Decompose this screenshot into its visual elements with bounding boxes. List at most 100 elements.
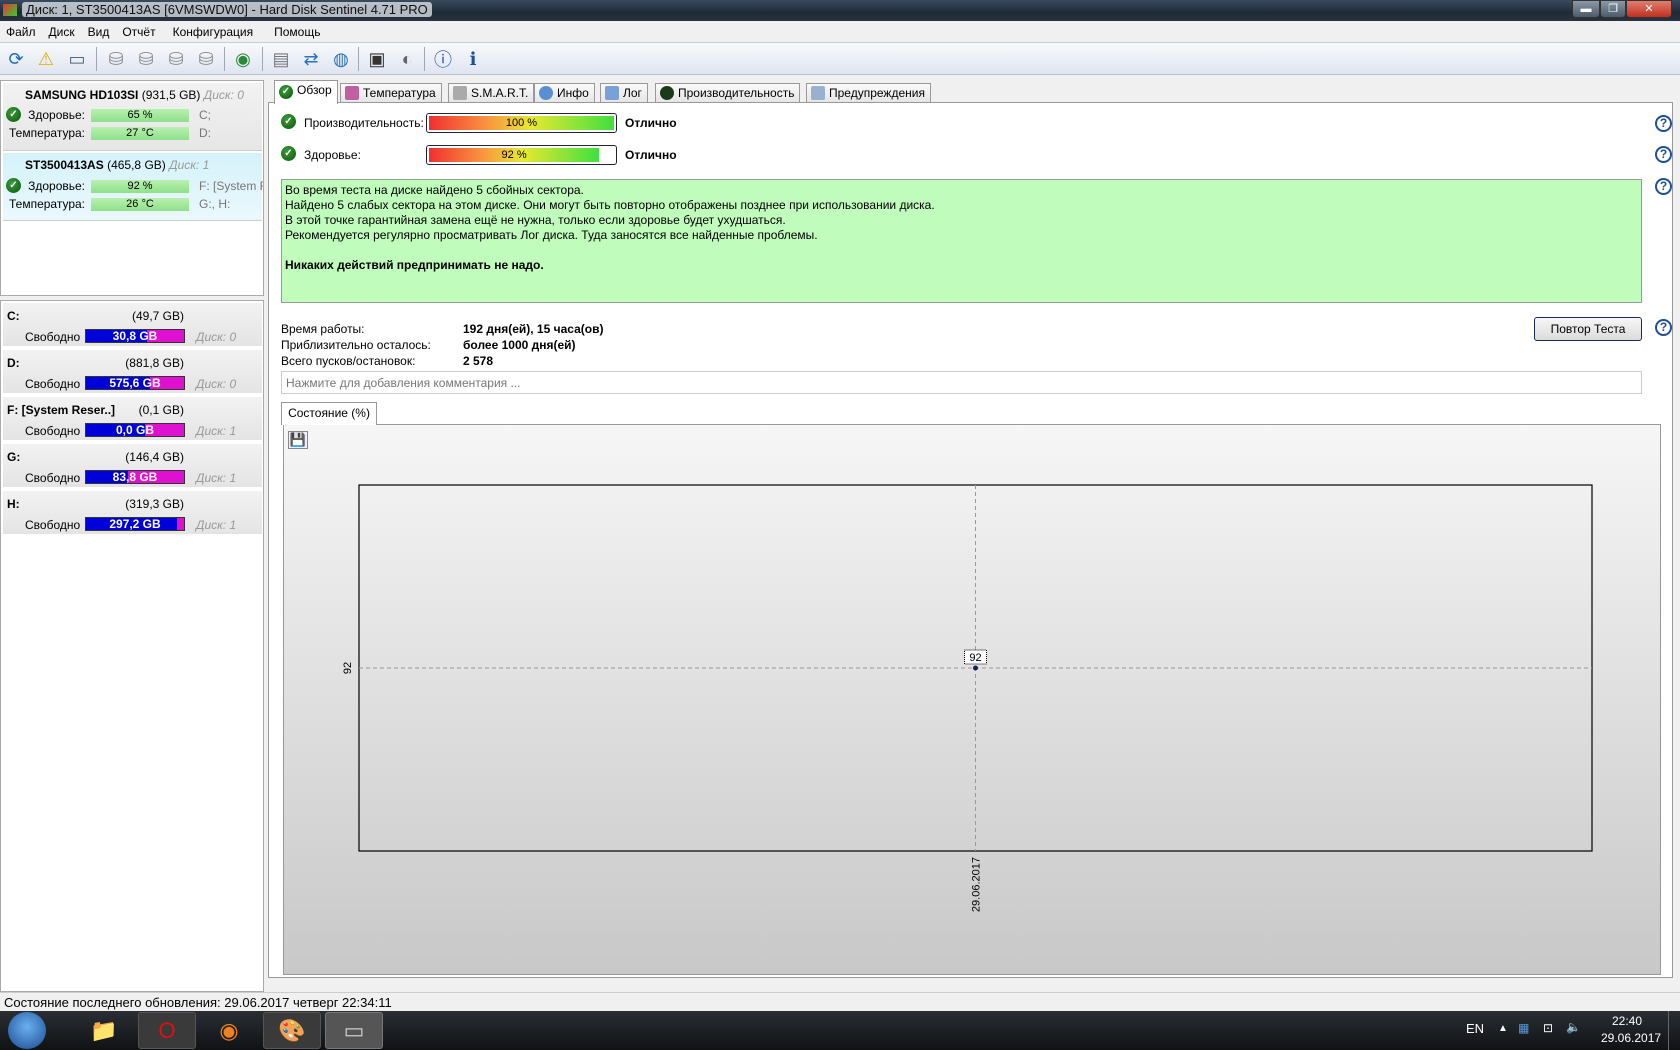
taskbar: 📁 O ◉ 🎨 ▭ EN ▲ ▦ ⊡ 🔈 22:40 29.06.2017	[0, 1011, 1680, 1050]
globe-disk-icon[interactable]: ◉	[230, 47, 256, 71]
data-point	[973, 665, 978, 671]
settings-icon[interactable]: ▣	[364, 47, 390, 71]
menu-help[interactable]: Помощь	[260, 21, 327, 39]
menu-disk[interactable]: Диск	[43, 21, 82, 39]
app-icon	[3, 4, 17, 16]
free-space-bar: 30,8 GB	[85, 329, 185, 343]
retest-button[interactable]: Повтор Теста	[1534, 317, 1642, 341]
gauge-icon	[660, 86, 674, 100]
disk-check-icon[interactable]: ⛁	[163, 47, 189, 71]
partition-list: C: (49,7 GB) Свободно 30,8 GB Диск: 0 D: (881,…	[0, 300, 264, 992]
partition-item[interactable]: G: (146,4 GB) Свободно 83,8 GB Диск: 1	[3, 444, 262, 489]
alert-icon[interactable]: ⚠	[33, 47, 59, 71]
partition-item[interactable]: H: (319,3 GB) Свободно 297,2 GB Диск: 1	[3, 491, 262, 536]
language-indicator[interactable]: EN	[1466, 1021, 1484, 1036]
opera-icon[interactable]: O	[138, 1012, 196, 1049]
about-icon[interactable]: ℹ	[460, 47, 486, 71]
disk-search-icon[interactable]: ⛁	[193, 47, 219, 71]
maximize-button[interactable]: ❐	[1600, 0, 1626, 18]
partition-disk: Диск: 1	[196, 518, 237, 532]
close-button[interactable]: ✕	[1626, 0, 1672, 18]
tab-health-chart[interactable]: Состояние (%)	[281, 402, 377, 425]
help-icon[interactable]: ?	[1655, 115, 1672, 132]
starts-value: 2 578	[463, 354, 494, 368]
menu-report[interactable]: Отчёт	[116, 21, 162, 39]
toolbar: ⟳ ⚠ ▭ ⛁ ⛁ ⛁ ⛁ ◉ ▤ ⇄ ◍ ▣ ◐ ⓘ ℹ	[0, 43, 1680, 75]
status-message: Во время теста на диске найдено 5 сбойны…	[281, 179, 1642, 303]
partition-name: D:	[7, 356, 20, 370]
disk-item-1[interactable]: ST3500413AS (465,8 GB) Диск: 1 ✓ Здоровье…	[3, 153, 263, 221]
performance-label: Производительность:	[304, 116, 424, 130]
partition-item[interactable]: C: (49,7 GB) Свободно 30,8 GB Диск: 0	[3, 303, 262, 348]
overview-panel: ✓ Производительность: 100 % Отлично ✓ Зд…	[268, 102, 1673, 978]
smart-icon	[453, 86, 467, 100]
free-space-bar: 0,0 GB	[85, 423, 185, 437]
firefox-icon[interactable]: ◉	[200, 1012, 258, 1049]
disk-item-0[interactable]: SAMSUNG HD103SI (931,5 GB) Диск: 0 ✓ Здор…	[3, 83, 262, 151]
performance-status: Отлично	[625, 116, 677, 130]
tray-arrow-icon[interactable]: ▲	[1498, 1023, 1508, 1034]
disk-surface-icon[interactable]: ⛁	[103, 47, 129, 71]
health-chart: 92 29.06.2017 92	[342, 484, 1593, 912]
remaining-value: более 1000 дня(ей)	[463, 338, 576, 352]
partition-item[interactable]: F: [System Reser..] (0,1 GB) Свободно 0,0 G…	[3, 397, 262, 442]
warnings-icon	[811, 86, 825, 100]
temperature-bar: 26 °C	[91, 198, 189, 211]
refresh-icon[interactable]: ⟳	[3, 47, 29, 71]
explorer-icon[interactable]: 📁	[75, 1012, 133, 1049]
paint-icon[interactable]: 🎨	[263, 1012, 321, 1049]
status-bar: Состояние последнего обновления: 29.06.2…	[0, 992, 1680, 1011]
tab-performance[interactable]: Производительность	[655, 83, 801, 103]
disk-number: Диск: 0	[203, 88, 244, 102]
ok-icon: ✓	[281, 114, 296, 129]
help-icon[interactable]: ⓘ	[430, 47, 456, 71]
menu-view[interactable]: Вид	[82, 21, 117, 39]
report-icon[interactable]: ▤	[268, 47, 294, 71]
tray-app-icon[interactable]: ▦	[1518, 1021, 1529, 1035]
health-bar: 65 %	[91, 109, 189, 122]
start-button[interactable]	[8, 1012, 46, 1049]
hdsentinel-task-icon[interactable]: ▭	[325, 1012, 383, 1049]
menu-config[interactable]: Конфигурация	[163, 21, 261, 39]
disk-info-icon[interactable]: ▭	[64, 47, 90, 71]
disk-name: ST3500413AS	[25, 158, 104, 172]
health-label: Здоровье:	[304, 148, 361, 162]
data-label: 92	[969, 652, 981, 664]
network-tray-icon[interactable]: ⊡	[1543, 1021, 1553, 1035]
help-icon[interactable]: ?	[1655, 178, 1672, 195]
network-icon[interactable]: ◍	[328, 47, 354, 71]
comment-input[interactable]: Нажмите для добавления комментария ...	[281, 371, 1642, 394]
clock-date[interactable]: 29.06.2017	[1601, 1031, 1661, 1045]
partition-size: (146,4 GB)	[125, 450, 184, 464]
thermometer-icon	[345, 86, 359, 100]
tab-temperature[interactable]: Температура	[340, 83, 442, 103]
partition-disk: Диск: 1	[196, 471, 237, 485]
tab-smart[interactable]: S.M.A.R.T.	[448, 83, 535, 103]
partition-disk: Диск: 0	[196, 330, 237, 344]
free-space-bar: 83,8 GB	[85, 470, 185, 484]
disk-list: SAMSUNG HD103SI (931,5 GB) Диск: 0 ✓ Здор…	[0, 80, 264, 296]
volume-icon[interactable]: 🔈	[1566, 1020, 1581, 1034]
help-icon[interactable]: ?	[1655, 319, 1672, 336]
tab-log[interactable]: Лог	[600, 83, 648, 103]
uptime-value: 192 дня(ей), 15 часа(ов)	[463, 322, 604, 336]
minimize-button[interactable]: ▬	[1572, 0, 1600, 18]
clock-time[interactable]: 22:40	[1612, 1014, 1642, 1028]
sound-icon[interactable]: ◐	[394, 47, 420, 71]
partition-size: (0,1 GB)	[138, 403, 184, 417]
partition-size: (881,8 GB)	[125, 356, 184, 370]
help-icon[interactable]: ?	[1655, 146, 1672, 163]
tab-overview[interactable]: ✓ Обзор	[274, 80, 338, 104]
partition-disk: Диск: 1	[196, 424, 237, 438]
menu-bar: Файл Диск Вид Отчёт Конфигурация Помощь	[0, 21, 1680, 43]
send-icon[interactable]: ⇄	[298, 47, 324, 71]
partition-name: C:	[7, 309, 20, 323]
partition-name: F: [System Reser..]	[7, 403, 116, 417]
menu-file[interactable]: Файл	[0, 21, 43, 39]
tab-warnings[interactable]: Предупреждения	[806, 83, 931, 103]
disk-timer-icon[interactable]: ⛁	[133, 47, 159, 71]
partition-item[interactable]: D: (881,8 GB) Свободно 575,6 GB Диск: 0	[3, 350, 262, 395]
free-space-bar: 297,2 GB	[85, 517, 185, 531]
tab-info[interactable]: Инфо	[534, 83, 595, 103]
show-desktop-button[interactable]	[1668, 1011, 1680, 1050]
